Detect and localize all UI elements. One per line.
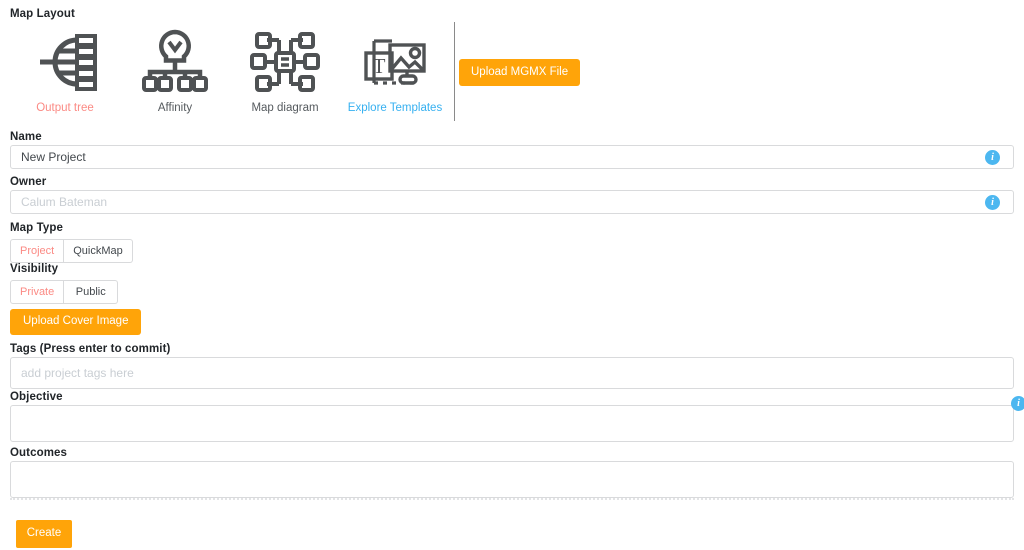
map-layout-options: Output tree Affinity Map diagram T Explo… xyxy=(10,22,455,124)
visibility-toggle-group: Private Public xyxy=(10,280,119,304)
visibility-option-public[interactable]: Public xyxy=(64,280,119,304)
output-tree-icon xyxy=(29,24,101,100)
map-type-option-quickmap[interactable]: QuickMap xyxy=(64,239,133,263)
layout-option-label-output-tree: Output tree xyxy=(36,102,94,114)
outcomes-label: Outcomes xyxy=(10,447,68,459)
create-project-form: Map Layout Output tree Affinity Map diag… xyxy=(0,0,1024,550)
visibility-option-private[interactable]: Private xyxy=(10,280,65,304)
map-type-toggle-group: Project QuickMap xyxy=(10,239,133,263)
explore-templates-icon: T xyxy=(360,24,430,100)
name-input[interactable] xyxy=(10,145,1014,169)
map-type-label: Map Type xyxy=(10,222,63,234)
outcomes-bottom-edge xyxy=(10,498,1014,500)
owner-info-icon[interactable]: i xyxy=(985,195,1000,210)
owner-label: Owner xyxy=(10,176,47,188)
layout-option-map-diagram[interactable]: Map diagram xyxy=(230,24,340,115)
name-label: Name xyxy=(10,131,42,143)
visibility-label: Visibility xyxy=(10,263,59,275)
objective-label: Objective xyxy=(10,391,63,403)
map-layout-section-label: Map Layout xyxy=(10,8,75,20)
tags-label: Tags (Press enter to commit) xyxy=(10,343,171,355)
owner-input[interactable] xyxy=(10,190,1014,214)
map-type-option-project[interactable]: Project xyxy=(10,239,65,263)
upload-cover-image-button[interactable]: Upload Cover Image xyxy=(10,309,142,335)
objective-textarea[interactable] xyxy=(10,405,1014,442)
layout-option-label-affinity: Affinity xyxy=(157,102,193,114)
outcomes-textarea[interactable] xyxy=(10,461,1014,498)
affinity-icon xyxy=(141,24,209,100)
svg-text:T: T xyxy=(373,54,386,78)
upload-mgmx-file-button[interactable]: Upload MGMX File xyxy=(459,59,581,86)
layout-option-output-tree[interactable]: Output tree xyxy=(10,24,120,115)
tags-input[interactable] xyxy=(10,357,1014,389)
objective-info-icon[interactable]: i xyxy=(1011,396,1024,411)
layout-option-label-map-diagram: Map diagram xyxy=(251,102,319,114)
layout-option-label-explore-templates: Explore Templates xyxy=(347,102,443,114)
map-diagram-icon xyxy=(249,24,321,100)
layout-option-affinity[interactable]: Affinity xyxy=(120,24,230,115)
create-button[interactable]: Create xyxy=(16,520,72,548)
name-info-icon[interactable]: i xyxy=(985,150,1000,165)
section-divider xyxy=(454,22,455,121)
layout-option-explore-templates[interactable]: T Explore Templates xyxy=(340,24,450,115)
